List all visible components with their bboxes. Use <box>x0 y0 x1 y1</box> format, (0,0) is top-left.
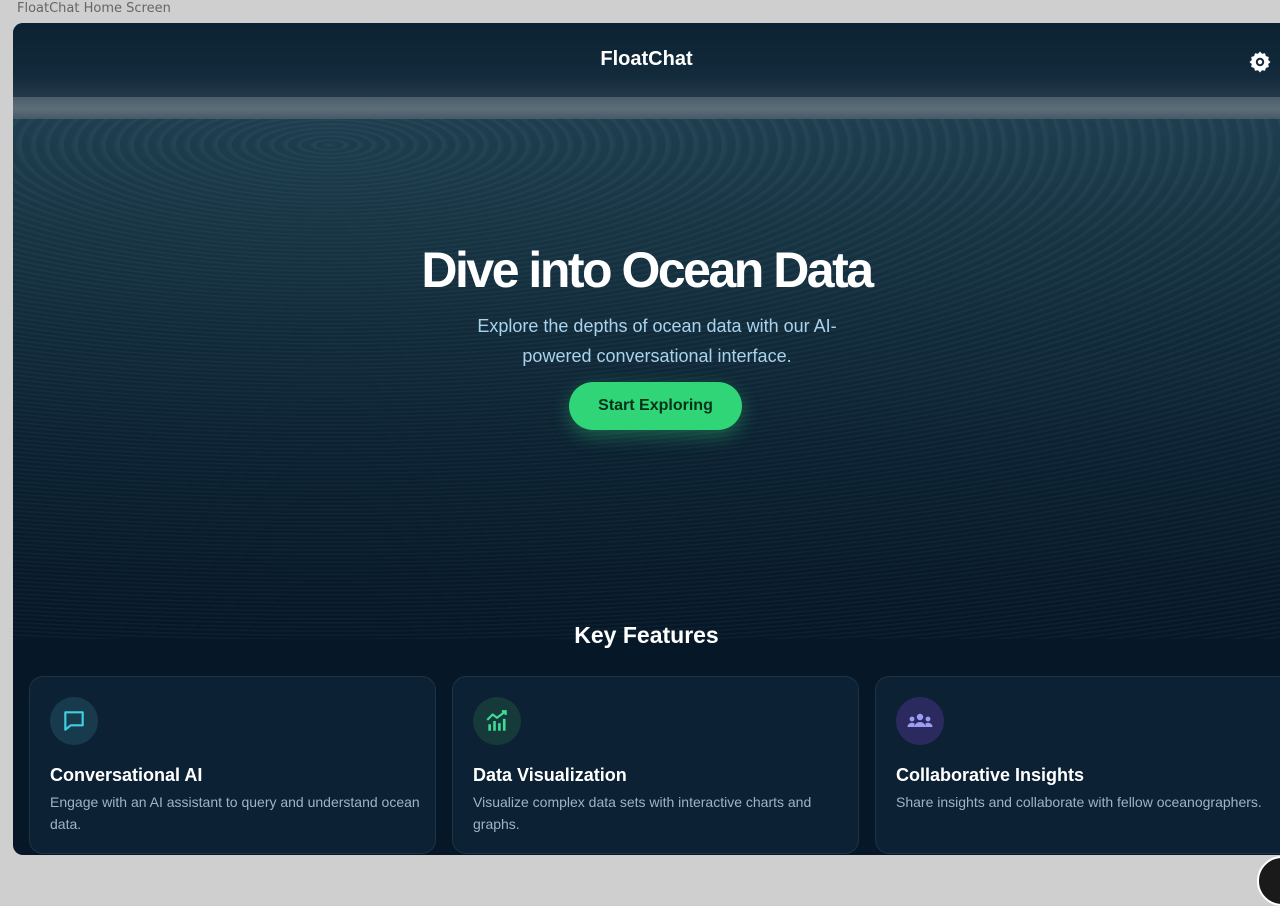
chart-icon <box>473 697 521 745</box>
feature-title: Collaborative Insights <box>896 765 1085 785</box>
feature-card-conversational-ai[interactable]: Conversational AI Engage with an AI assi… <box>29 676 436 854</box>
gear-icon[interactable] <box>1248 50 1272 74</box>
floating-action-badge[interactable] <box>1257 856 1280 906</box>
feature-description: Share insights and collaborate with fell… <box>896 794 1262 810</box>
app-title: FloatChat <box>600 48 693 70</box>
window-caption: FloatChat Home Screen <box>17 1 171 16</box>
top-bar: FloatChat <box>13 23 1280 97</box>
feature-description: Engage with an AI assistant to query and… <box>50 794 420 832</box>
feature-title: Data Visualization <box>473 765 627 785</box>
hero-title: Dive into Ocean Data <box>421 242 874 298</box>
hero-subtitle: Explore the depths of ocean data with ou… <box>477 316 837 366</box>
feature-card-collaborative-insights[interactable]: Collaborative Insights Share insights an… <box>875 676 1280 854</box>
app-window: FloatChat Dive into Ocean Data Explore t… <box>13 23 1280 855</box>
hero-background <box>13 119 1280 639</box>
start-exploring-button[interactable]: Start Exploring <box>569 382 742 430</box>
chat-bubble-icon <box>50 697 98 745</box>
header-divider-band <box>13 97 1280 119</box>
feature-card-data-visualization[interactable]: Data Visualization Visualize complex dat… <box>452 676 859 854</box>
feature-title: Conversational AI <box>50 765 203 785</box>
group-icon <box>896 697 944 745</box>
feature-description: Visualize complex data sets with interac… <box>473 794 812 832</box>
key-features-heading: Key Features <box>574 622 719 648</box>
